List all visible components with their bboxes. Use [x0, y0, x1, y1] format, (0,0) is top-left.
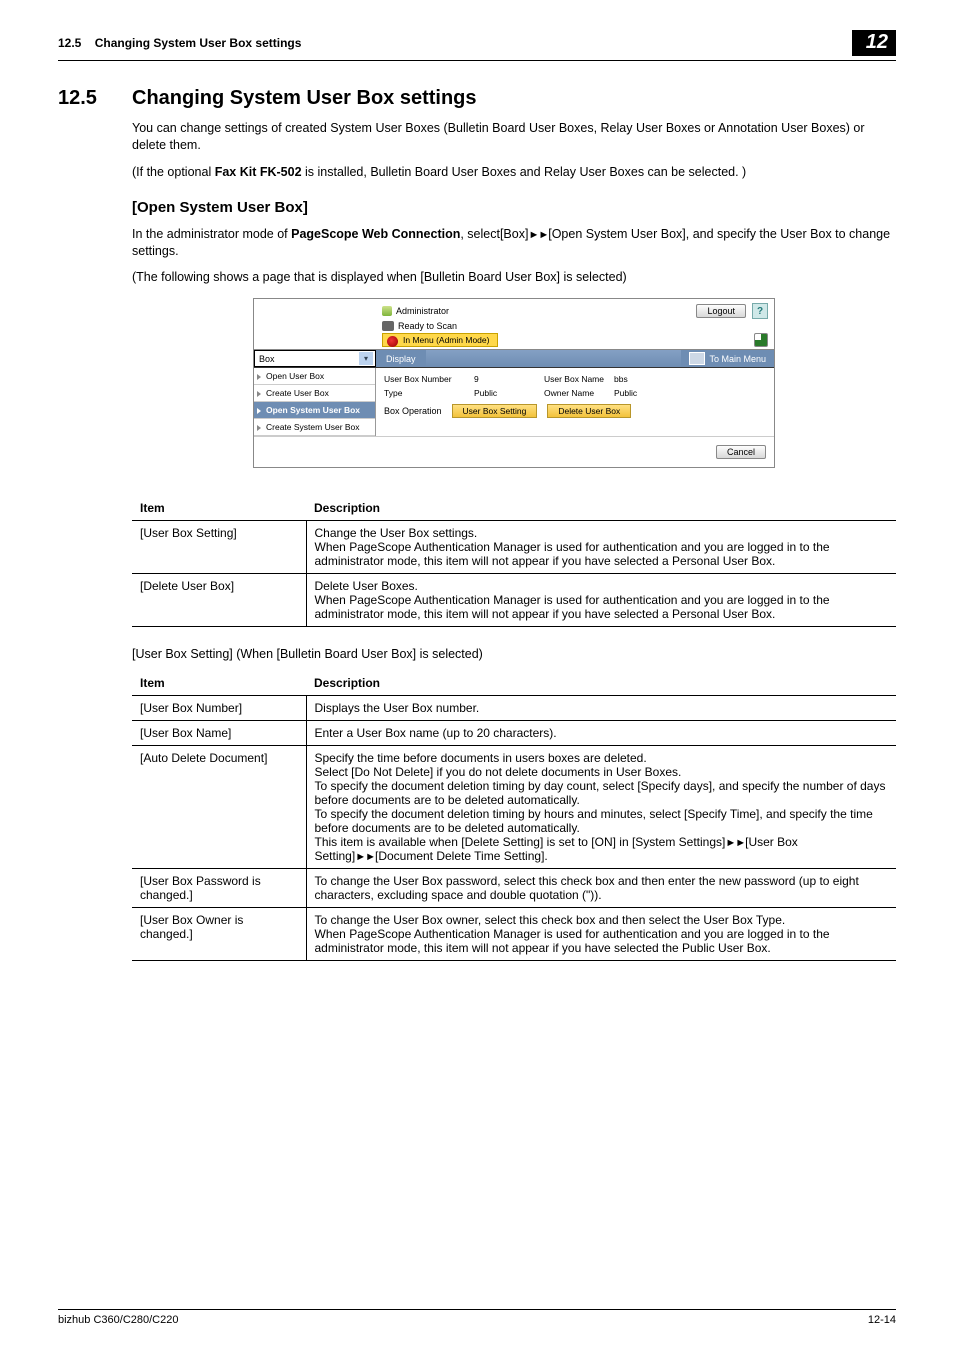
page-footer: bizhub C360/C280/C220 12-14 — [58, 1309, 896, 1326]
screenshot: Administrator Logout ? Ready to Scan In … — [253, 298, 775, 468]
t2-r1-item: [User Box Name] — [132, 721, 306, 746]
t2-r2-c: [Document Delete Time Setting]. — [375, 849, 548, 863]
type-value: Public — [474, 388, 544, 398]
t2-r0-desc: Displays the User Box number. — [306, 696, 896, 721]
arrow-icon: ►► — [355, 851, 375, 863]
box-operation-label: Box Operation — [384, 406, 442, 416]
footer-right: 12-14 — [868, 1314, 896, 1326]
arrow-icon: ►► — [725, 837, 745, 849]
ready-to-scan-label: Ready to Scan — [398, 321, 457, 331]
ubn-label: User Box Number — [384, 374, 474, 384]
screenshot-main: User Box Number 9 User Box Name bbs Type… — [376, 368, 774, 436]
header-section-ref: 12.5 — [58, 36, 81, 50]
display-button[interactable]: Display — [376, 350, 426, 367]
section-number: 12.5 — [58, 87, 114, 110]
open-box-p2: (The following shows a page that is disp… — [132, 269, 896, 286]
page-header: 12.5 Changing System User Box settings 1… — [58, 30, 896, 61]
t1-r1-item: [Delete User Box] — [132, 574, 306, 627]
intro-p2-post: is installed, Bulletin Board User Boxes … — [302, 165, 747, 179]
t2-r3-item: [User Box Password is changed.] — [132, 869, 306, 908]
header-section-name: Changing System User Box settings — [95, 36, 302, 50]
status-row: Ready to Scan — [382, 321, 774, 331]
screenshot-container: Administrator Logout ? Ready to Scan In … — [132, 298, 896, 468]
t1-r0-desc: Change the User Box settings. When PageS… — [306, 521, 896, 574]
table-row: [Auto Delete Document] Specify the time … — [132, 746, 896, 869]
owner-label: Owner Name — [544, 388, 614, 398]
t2-h-desc: Description — [306, 671, 896, 696]
footer-left: bizhub C360/C280/C220 — [58, 1314, 178, 1326]
t2-r4-bold: PageScope Authentication Manager — [349, 927, 540, 941]
t1-r0-bold: PageScope Authentication Manager — [349, 540, 540, 554]
sidebar-item-create-system-user-box[interactable]: Create System User Box — [254, 419, 375, 436]
t1-h-desc: Description — [306, 496, 896, 521]
t1-r0-item: [User Box Setting] — [132, 521, 306, 574]
open-system-user-box-heading: [Open System User Box] — [132, 199, 896, 216]
table-row: [User Box Password is changed.] To chang… — [132, 869, 896, 908]
t1-r1-bold: PageScope Authentication Manager — [349, 593, 540, 607]
open-box-p1-bold: PageScope Web Connection — [291, 227, 460, 241]
intro-p1: You can change settings of created Syste… — [132, 120, 896, 154]
t2-r0-item: [User Box Number] — [132, 696, 306, 721]
category-select-value: Box — [259, 354, 275, 364]
owner-value: Public — [614, 388, 674, 398]
intro-p2: (If the optional Fax Kit FK-502 is insta… — [132, 164, 896, 181]
t1-h-item: Item — [132, 496, 306, 521]
intro-p2-pre: (If the optional — [132, 165, 215, 179]
side-nav: Open User Box Create User Box Open Syste… — [254, 368, 376, 436]
table-row: [User Box Owner is changed.] To change t… — [132, 908, 896, 961]
sidebar-item-open-system-user-box[interactable]: Open System User Box — [254, 402, 375, 419]
table-item-description-2: Item Description [User Box Number] Displ… — [132, 671, 896, 961]
t2-r4-item: [User Box Owner is changed.] — [132, 908, 306, 961]
t1-r1-desc: Delete User Boxes. When PageScope Authen… — [306, 574, 896, 627]
intro-p2-bold: Fax Kit FK-502 — [215, 165, 302, 179]
to-main-menu-button[interactable]: To Main Menu — [681, 350, 774, 367]
admin-mode-chip: In Menu (Admin Mode) — [382, 333, 498, 347]
t2-r2-desc: Specify the time before documents in use… — [306, 746, 896, 869]
table-item-description-1: Item Description [User Box Setting] Chan… — [132, 496, 896, 627]
chapter-badge: 12 — [852, 30, 896, 56]
admin-text: Administrator — [396, 306, 449, 316]
t2-r2-item: [Auto Delete Document] — [132, 746, 306, 869]
open-box-p1-mid: , select[Box] — [460, 227, 528, 241]
t2-r1-desc: Enter a User Box name (up to 20 characte… — [306, 721, 896, 746]
ubname-value: bbs — [614, 374, 674, 384]
t2-r2-a: Specify the time before documents in use… — [315, 751, 886, 849]
toolbar-fill — [426, 350, 682, 367]
open-box-p1: In the administrator mode of PageScope W… — [132, 226, 896, 260]
ubname-label: User Box Name — [544, 374, 614, 384]
to-main-menu-label: To Main Menu — [709, 354, 766, 364]
refresh-icon[interactable] — [754, 333, 768, 347]
admin-icon — [382, 306, 392, 316]
table-row: [User Box Setting] Change the User Box s… — [132, 521, 896, 574]
scanner-icon — [382, 321, 394, 331]
admin-label: Administrator — [382, 306, 449, 316]
t2-r4-desc: To change the User Box owner, select thi… — [306, 908, 896, 961]
sidebar-item-create-user-box[interactable]: Create User Box — [254, 385, 375, 402]
chevron-down-icon: ▾ — [359, 352, 373, 365]
header-left: 12.5 Changing System User Box settings — [58, 36, 301, 50]
ubn-value: 9 — [474, 374, 544, 384]
t2-r3-desc: To change the User Box password, select … — [306, 869, 896, 908]
logout-button[interactable]: Logout — [696, 304, 746, 318]
section-title: Changing System User Box settings — [132, 87, 477, 110]
type-label: Type — [384, 388, 474, 398]
table-row: [User Box Number] Displays the User Box … — [132, 696, 896, 721]
sidebar-item-open-user-box[interactable]: Open User Box — [254, 368, 375, 385]
category-select[interactable]: Box ▾ — [254, 350, 376, 367]
section-heading-row: 12.5 Changing System User Box settings — [58, 87, 896, 110]
delete-user-box-button[interactable]: Delete User Box — [547, 404, 631, 418]
t2-h-item: Item — [132, 671, 306, 696]
table-row: [Delete User Box] Delete User Boxes. Whe… — [132, 574, 896, 627]
table2-caption: [User Box Setting] (When [Bulletin Board… — [132, 647, 896, 661]
help-icon[interactable]: ? — [752, 303, 768, 319]
table-row: [User Box Name] Enter a User Box name (u… — [132, 721, 896, 746]
cancel-button[interactable]: Cancel — [716, 445, 766, 459]
user-box-setting-button[interactable]: User Box Setting — [452, 404, 538, 418]
open-box-p1-pre: In the administrator mode of — [132, 227, 291, 241]
main-menu-icon — [689, 352, 705, 365]
arrow-icon: ►► — [528, 229, 548, 241]
